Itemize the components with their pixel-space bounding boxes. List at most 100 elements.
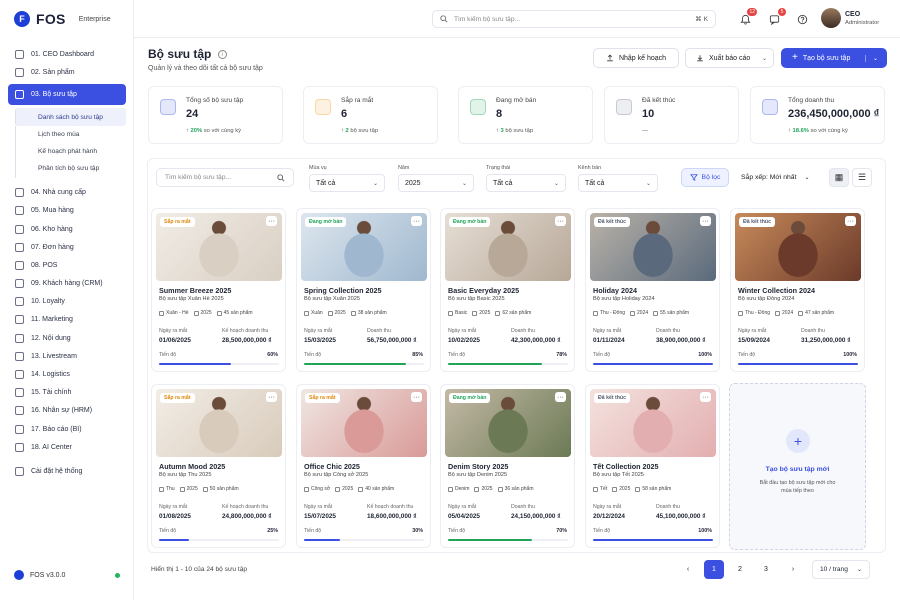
brand-logo[interactable]: F FOS Enterprise xyxy=(14,11,111,27)
filter-button[interactable]: Bộ lọc xyxy=(681,168,729,187)
sidebar-subitem[interactable]: Phân tích bộ sưu tập xyxy=(15,160,126,178)
collection-card[interactable]: Đang mở bán ··· Spring Collection 2025 Bộ s… xyxy=(296,208,431,372)
collection-card[interactable]: Sắp ra mắt ··· Autumn Mood 2025 Bộ sưu tập … xyxy=(151,384,286,548)
sidebar-item[interactable]: 06. Kho hàng xyxy=(8,220,126,238)
box-icon xyxy=(653,310,659,316)
sidebar-item-label: 05. Mua hàng xyxy=(31,207,74,215)
meta-year: 2025 xyxy=(472,310,490,316)
avatar[interactable] xyxy=(821,8,841,28)
info-icon: i xyxy=(217,50,227,60)
channel-select[interactable]: Tất cả ⌄ xyxy=(578,174,658,192)
sidebar-item-label: 11. Marketing xyxy=(31,316,73,324)
sidebar-item-label: 13. Livestream xyxy=(31,352,77,360)
season-select[interactable]: Tất cả ⌄ xyxy=(309,174,385,192)
page-size-select[interactable]: 10 / trang ⌄ xyxy=(812,560,870,579)
channel-filter[interactable]: Kênh bán Tất cả ⌄ xyxy=(578,165,658,192)
revenue-value: 18,600,000,000 ₫ xyxy=(367,513,417,520)
page-button[interactable]: 3 xyxy=(756,560,776,579)
status-filter[interactable]: Trạng thái Tất cả ⌄ xyxy=(486,165,566,192)
page-button[interactable]: 2 xyxy=(730,560,750,579)
prev-page-button[interactable]: ‹ xyxy=(678,560,698,579)
sidebar-item[interactable]: 12. Nội dung xyxy=(8,329,126,347)
more-options-button[interactable]: ··· xyxy=(411,216,422,226)
sidebar-item[interactable]: 05. Mua hàng xyxy=(8,202,126,220)
sidebar-item[interactable]: 15. Tài chính xyxy=(8,384,126,402)
chevron-down-icon: ⌄ xyxy=(553,180,559,187)
sidebar-item[interactable]: 18. AI Center xyxy=(8,438,126,456)
collection-title[interactable]: Holiday 2024 xyxy=(593,286,637,295)
collection-meta: Thu - Đông 2024 55 sản phẩm xyxy=(593,310,689,316)
user-name[interactable]: CEO xyxy=(845,11,860,18)
collection-title[interactable]: Office Chic 2025 xyxy=(304,462,360,471)
collection-subtitle: Bộ sưu tập Công sở 2025 xyxy=(304,472,369,478)
more-options-button[interactable]: ··· xyxy=(845,216,856,226)
sidebar-item[interactable]: 07. Đơn hàng xyxy=(8,238,126,256)
status-badge: Sắp ra mắt xyxy=(305,393,340,403)
messages-button[interactable]: 5 xyxy=(767,8,786,26)
year-filter[interactable]: Năm 2025 ⌄ xyxy=(398,165,474,192)
sidebar-item[interactable]: 13. Livestream xyxy=(8,347,126,365)
sidebar-item[interactable]: 08. POS xyxy=(8,256,126,274)
sidebar-item[interactable]: 11. Marketing xyxy=(8,311,126,329)
more-options-button[interactable]: ··· xyxy=(700,216,711,226)
grid-view-button[interactable]: ▦ xyxy=(829,168,849,187)
sidebar-item[interactable]: 04. Nhà cung cấp xyxy=(8,184,126,202)
year-select[interactable]: 2025 ⌄ xyxy=(398,174,474,192)
more-options-button[interactable]: ··· xyxy=(555,392,566,402)
collection-card[interactable]: Đang mở bán ··· Denim Story 2025 Bộ sưu tập… xyxy=(440,384,575,548)
meta-season-text: Xuân xyxy=(311,310,323,316)
sidebar-item[interactable]: 10. Loyalty xyxy=(8,293,126,311)
sidebar-item[interactable]: 17. Báo cáo (BI) xyxy=(8,420,126,438)
next-page-button[interactable]: › xyxy=(783,560,803,579)
meta-count: 45 sản phẩm xyxy=(216,310,253,316)
stat-change: 18.6% xyxy=(792,128,809,134)
create-collection-button[interactable]: + Tạo bộ sưu tập ⌄ xyxy=(781,48,887,68)
sidebar-subitem[interactable]: Kế hoạch phát hành xyxy=(15,142,126,161)
sidebar-item[interactable]: 09. Khách hàng (CRM) xyxy=(8,275,126,293)
more-options-button[interactable]: ··· xyxy=(700,392,711,402)
season-filter[interactable]: Mùa vụ Tất cả ⌄ xyxy=(309,165,385,192)
collection-subtitle: Bộ sưu tập Xuân Hè 2025 xyxy=(159,296,224,302)
sidebar-subitem[interactable]: Lịch theo mùa xyxy=(15,125,126,143)
export-report-button[interactable]: Xuất báo cáo ⌄ xyxy=(685,48,774,68)
new-collection-desc: Bắt đầu tạo bộ sưu tập mới cho mùa tiếp … xyxy=(759,480,836,495)
list-view-button[interactable]: ☰ xyxy=(852,168,872,187)
collection-card[interactable]: Đang mở bán ··· Basic Everyday 2025 Bộ sưu … xyxy=(440,208,575,372)
global-search-input[interactable]: Tìm kiếm bộ sưu tập... ⌘ K xyxy=(432,10,716,28)
sidebar-item-label: Cài đặt hệ thống xyxy=(31,467,83,475)
collection-title[interactable]: Winter Collection 2024 xyxy=(738,286,815,295)
more-options-button[interactable]: ··· xyxy=(411,392,422,402)
import-plan-button[interactable]: Nhập kế hoạch xyxy=(593,48,679,68)
sidebar-item[interactable]: 14. Logistics xyxy=(8,365,126,383)
collection-card[interactable]: Đã kết thúc ··· Tết Collection 2025 Bộ sưu … xyxy=(585,384,720,548)
help-button[interactable] xyxy=(795,12,809,26)
status-badge: Sắp ra mắt xyxy=(160,217,195,227)
menu-item-icon xyxy=(15,49,24,59)
chevron-down-icon[interactable]: ⌄ xyxy=(864,54,878,62)
sidebar-item[interactable]: 01. CEO Dashboard xyxy=(8,45,126,63)
collection-card[interactable]: Đã kết thúc ··· Winter Collection 2024 Bộ s… xyxy=(730,208,865,372)
collection-search-input[interactable]: Tìm kiếm bộ sưu tập... xyxy=(156,168,294,187)
new-collection-card[interactable]: + Tạo bộ sưu tập mới Bắt đầu tạo bộ sưu … xyxy=(729,383,866,550)
more-options-button[interactable]: ··· xyxy=(266,392,277,402)
status-select[interactable]: Tất cả ⌄ xyxy=(486,174,566,192)
sidebar-item[interactable]: Cài đặt hệ thống xyxy=(8,462,126,480)
collection-title[interactable]: Summer Breeze 2025 xyxy=(159,286,231,295)
collection-title[interactable]: Autumn Mood 2025 xyxy=(159,462,225,471)
sidebar-item[interactable]: 03. Bộ sưu tập xyxy=(8,84,126,106)
more-options-button[interactable]: ··· xyxy=(266,216,277,226)
collection-card[interactable]: Sắp ra mắt ··· Summer Breeze 2025 Bộ sưu tậ… xyxy=(151,208,286,372)
sidebar-item[interactable]: 16. Nhân sự (HRM) xyxy=(8,402,126,420)
notifications-button[interactable]: 12 xyxy=(738,8,757,26)
collection-title[interactable]: Basic Everyday 2025 xyxy=(448,286,519,295)
page-button[interactable]: 1 xyxy=(704,560,724,579)
collection-card[interactable]: Đã kết thúc ··· Holiday 2024 Bộ sưu tập Hol… xyxy=(585,208,720,372)
sidebar-subitem[interactable]: Danh sách bộ sưu tập xyxy=(15,108,126,126)
collection-title[interactable]: Tết Collection 2025 xyxy=(593,462,659,471)
collection-card[interactable]: Sắp ra mắt ··· Office Chic 2025 Bộ sưu tập … xyxy=(296,384,431,548)
more-options-button[interactable]: ··· xyxy=(555,216,566,226)
sort-select[interactable]: Sắp xếp: Mới nhất ⌄ xyxy=(741,168,821,187)
collection-title[interactable]: Spring Collection 2025 xyxy=(304,286,381,295)
sidebar-item[interactable]: 02. Sản phẩm xyxy=(8,63,126,81)
collection-title[interactable]: Denim Story 2025 xyxy=(448,462,508,471)
